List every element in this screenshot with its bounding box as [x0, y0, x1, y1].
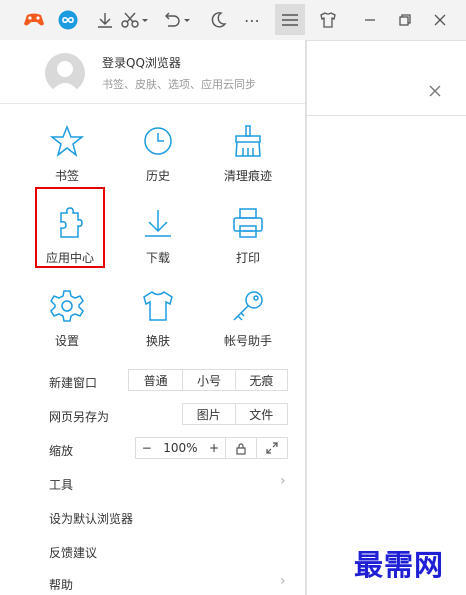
set-default-browser-item[interactable]: 设为默认浏览器 [49, 510, 133, 527]
grid-item-download[interactable]: 下载 [120, 205, 196, 275]
grid-item-bookmarks[interactable]: 书签 [29, 123, 105, 193]
grid-item-skin[interactable]: 换肤 [120, 288, 196, 358]
moon-icon[interactable] [206, 8, 230, 32]
grid-item-settings[interactable]: 设置 [29, 288, 105, 358]
new-window-normal-button[interactable]: 普通 [129, 370, 184, 390]
header-divider [0, 103, 305, 104]
more-icon[interactable]: ⋯ [240, 8, 264, 32]
new-window-small-button[interactable]: 小号 [183, 370, 236, 390]
watermark: 最需网 [354, 548, 445, 582]
restore-icon[interactable] [393, 8, 417, 32]
download-icon[interactable] [93, 8, 117, 32]
grid-item-history[interactable]: 历史 [120, 123, 196, 193]
star-icon [49, 124, 85, 157]
close-icon[interactable] [428, 8, 452, 32]
grid-label: 下载 [145, 251, 170, 265]
zoom-label: 缩放 [49, 444, 74, 458]
new-window-label: 新建窗口 [49, 376, 98, 390]
highlight-box [35, 187, 105, 268]
grid-item-print[interactable]: 打印 [210, 205, 286, 275]
fullscreen-icon [266, 442, 278, 454]
download-icon [145, 210, 171, 237]
menu-icon[interactable] [278, 8, 302, 32]
feedback-item[interactable]: 反馈建议 [49, 544, 97, 561]
grid-label: 设置 [54, 334, 79, 348]
zoom-out-button[interactable]: − [142, 441, 152, 455]
clock-icon [144, 127, 172, 155]
avatar[interactable] [45, 53, 85, 93]
zoom-value: 100% [163, 441, 198, 455]
lock-button[interactable] [226, 438, 258, 458]
grid-label: 清理痕迹 [223, 169, 272, 183]
key-icon [233, 291, 263, 321]
panel-divider [306, 40, 307, 595]
zoom-controls: − 100% + [135, 437, 288, 459]
close-bar-icon[interactable] [428, 83, 442, 102]
login-link[interactable]: 登录QQ浏览器 [102, 54, 181, 71]
save-as-image-button[interactable]: 图片 [183, 404, 236, 424]
save-as-file-button[interactable]: 文件 [236, 404, 288, 424]
lock-icon [236, 442, 246, 455]
tools-chevron-icon: › [280, 473, 286, 489]
notification-bar [306, 70, 466, 116]
browser-toolbar: ⋯ [0, 0, 466, 41]
zoom-in-button[interactable]: + [209, 441, 219, 455]
undo-icon[interactable] [160, 8, 194, 32]
help-menu-item[interactable]: 帮助 [49, 576, 73, 593]
tools-menu-item[interactable]: 工具 [49, 476, 73, 493]
game-icon[interactable] [22, 8, 46, 32]
scissors-icon[interactable] [118, 8, 152, 32]
minimize-icon[interactable] [358, 8, 382, 32]
infinity-icon[interactable] [56, 8, 80, 32]
grid-label: 换肤 [145, 334, 170, 348]
gear-icon [50, 290, 84, 322]
grid-label: 帐号助手 [223, 334, 272, 348]
grid-label: 打印 [235, 251, 260, 265]
grid-item-clear-traces[interactable]: 清理痕迹 [210, 123, 286, 193]
fullscreen-button[interactable] [257, 438, 287, 458]
new-window-options: 普通 小号 无痕 [128, 369, 288, 391]
help-chevron-icon: › [280, 573, 286, 589]
broom-icon [235, 125, 261, 157]
grid-label: 历史 [145, 169, 170, 183]
grid-item-account-helper[interactable]: 帐号助手 [210, 288, 286, 358]
save-as-label: 网页另存为 [49, 410, 110, 424]
printer-icon [233, 208, 263, 238]
sync-description: 书签、皮肤、选项、应用云同步 [102, 78, 256, 91]
new-window-incognito-button[interactable]: 无痕 [236, 370, 287, 390]
tshirt-icon [143, 291, 173, 321]
save-as-options: 图片 文件 [182, 403, 288, 425]
grid-label: 书签 [54, 169, 79, 183]
skin-icon[interactable] [316, 8, 340, 32]
zoom-stepper: − 100% + [136, 438, 226, 458]
